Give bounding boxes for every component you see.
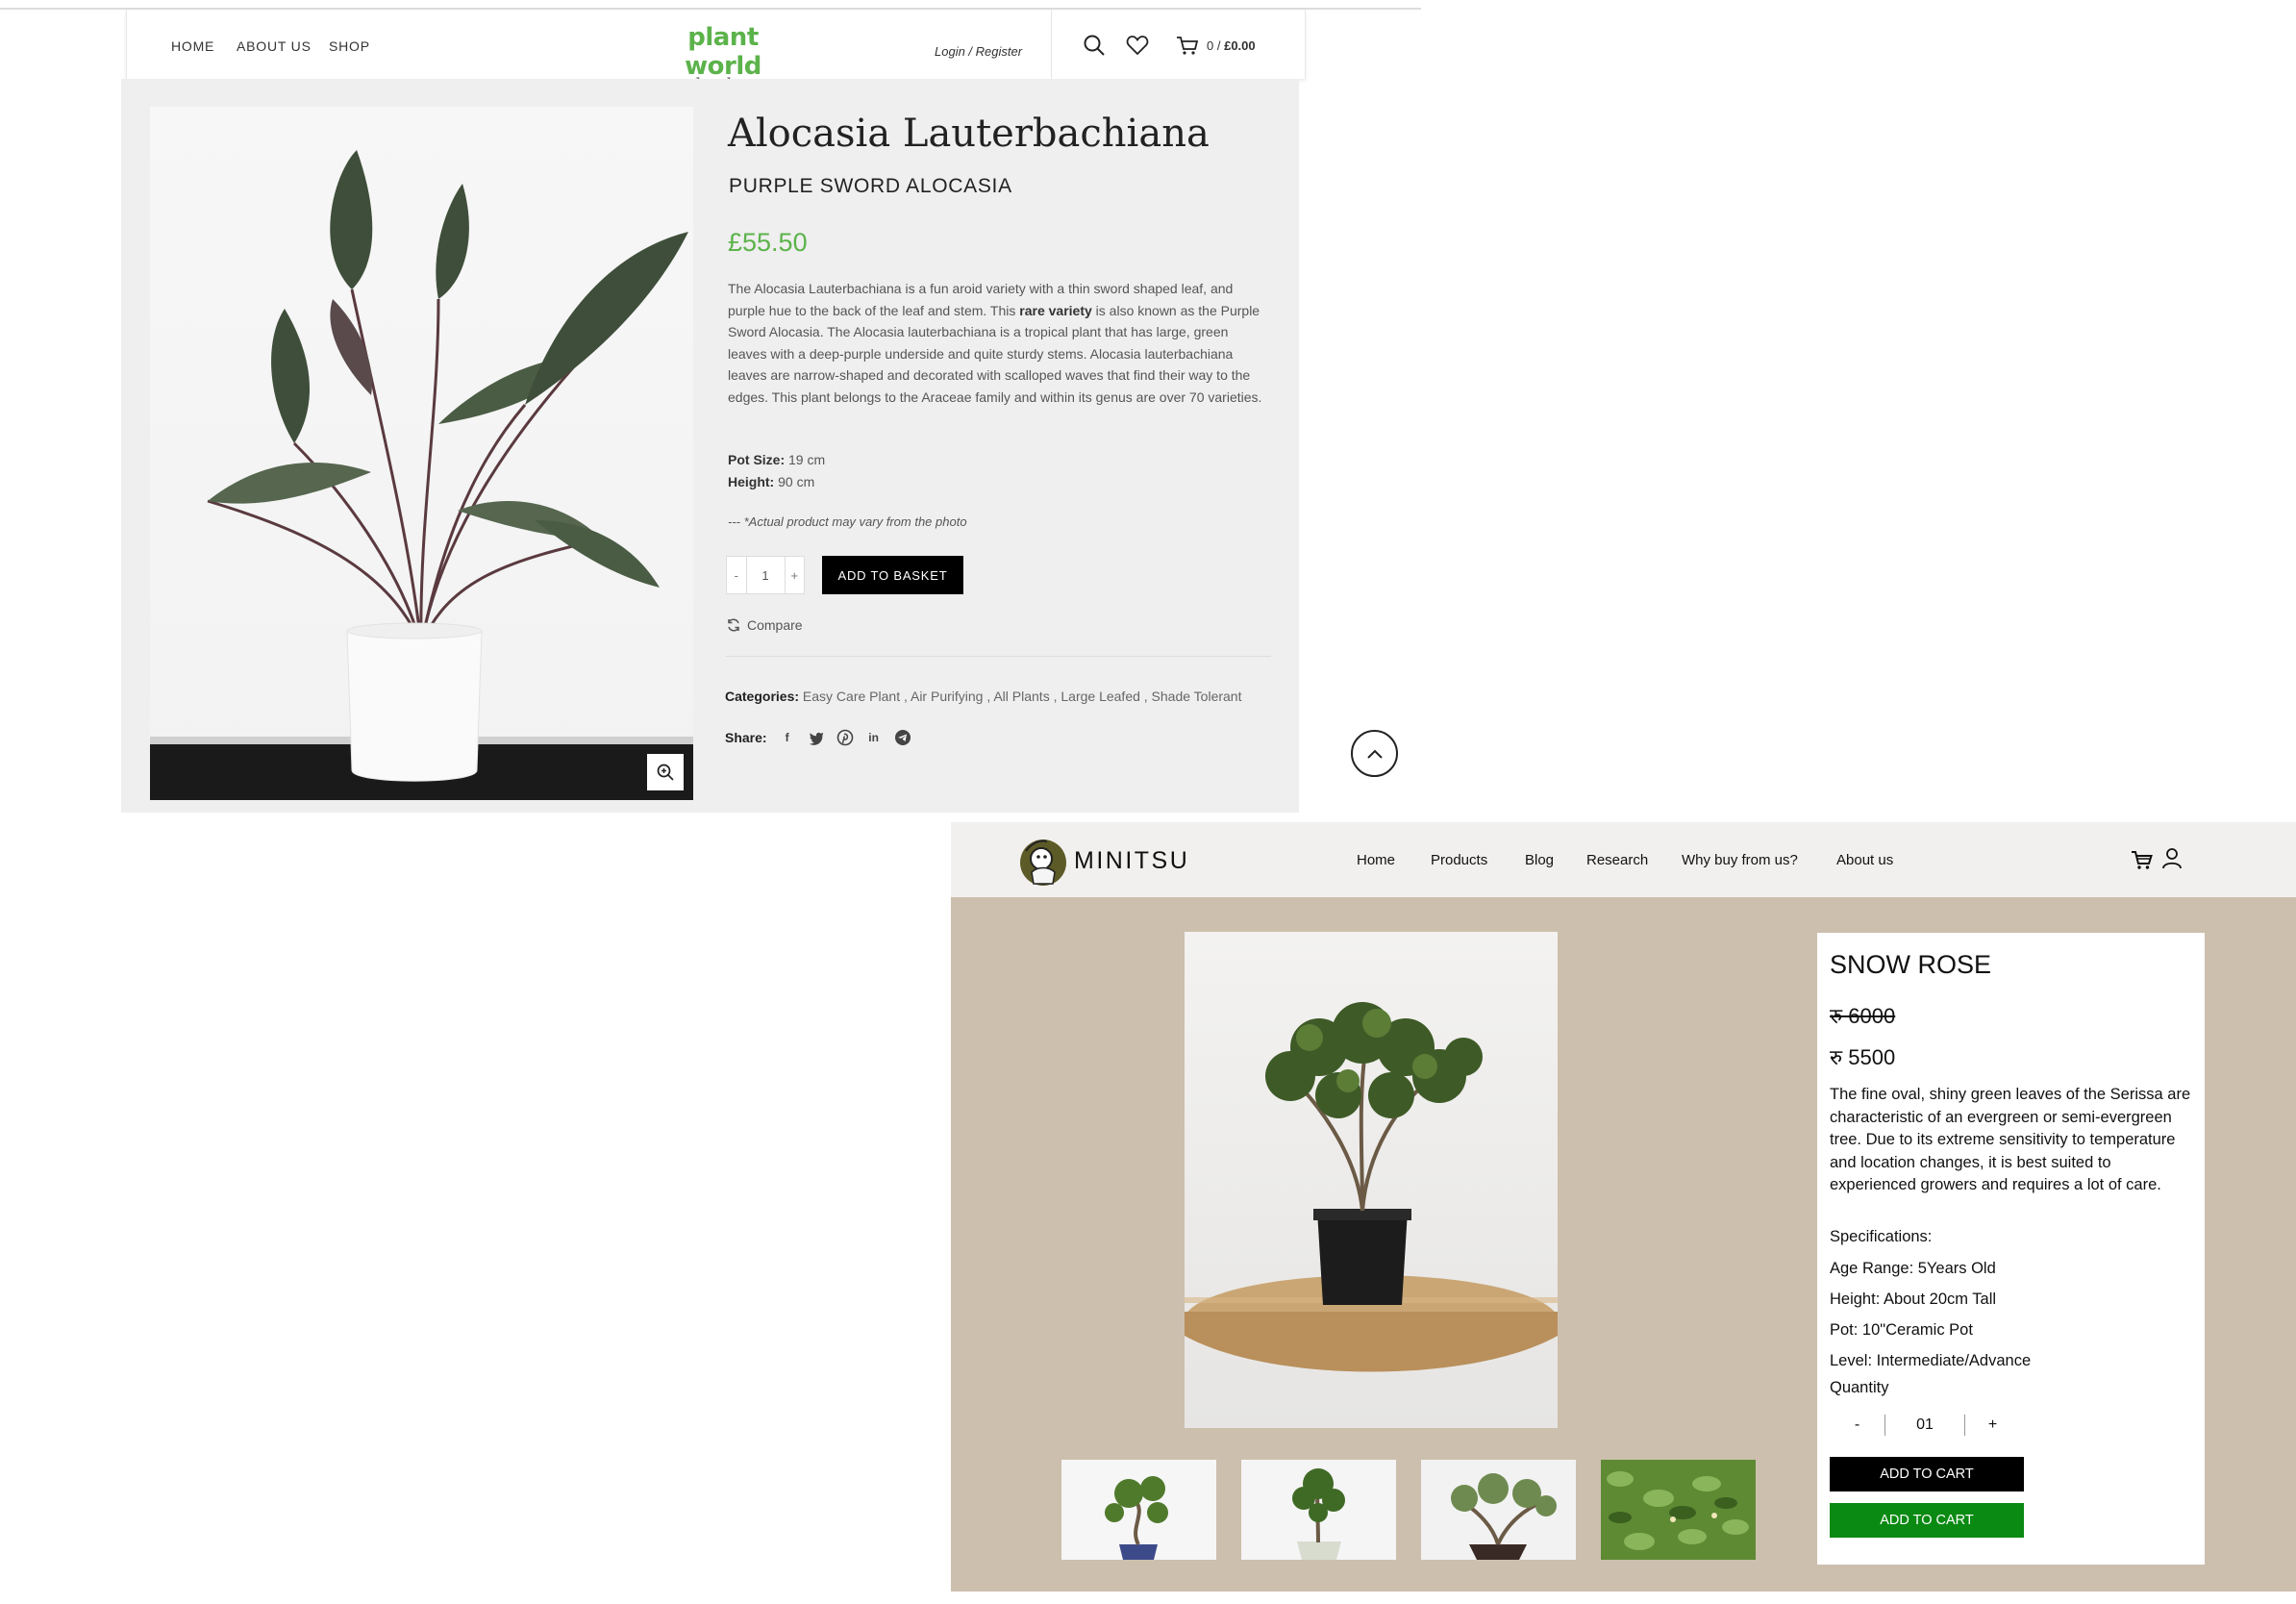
spec-height: Height: About 20cm Tall (1830, 1291, 1997, 1308)
nav-research[interactable]: Research (1586, 852, 1648, 868)
qty-decrement-button[interactable]: - (1830, 1416, 1884, 1434)
linkedin-icon[interactable]: in (865, 729, 883, 746)
sale-price: रु 5500 (1830, 1045, 1896, 1069)
chevron-up-icon (1366, 749, 1383, 759)
nav-shop[interactable]: SHOP (329, 38, 370, 54)
scroll-to-top-button[interactable] (1351, 730, 1398, 777)
product-title: SNOW ROSE (1830, 950, 1992, 979)
user-icon[interactable] (2161, 847, 2183, 870)
compare-link[interactable]: Compare (726, 617, 803, 633)
logo-main-text: plant world (685, 23, 761, 81)
product-info-panel: SNOW ROSE रु 6000 रु 5500 The fine oval,… (1817, 933, 2205, 1565)
qty-increment-button[interactable]: + (786, 557, 805, 593)
categories-list[interactable]: Easy Care Plant , Air Purifying , All Pl… (803, 689, 1242, 704)
heart-icon[interactable] (1125, 33, 1150, 58)
qty-input[interactable]: 01 (1885, 1416, 1964, 1434)
logo-text: MINITSU (1074, 846, 1190, 874)
compare-label: Compare (747, 617, 803, 633)
nav-home[interactable]: Home (1357, 852, 1395, 868)
nav-about-us[interactable]: ABOUT US (237, 38, 312, 54)
spec-level: Level: Intermediate/Advance (1830, 1352, 2032, 1369)
pot-size-row: Pot Size: 19 cm (728, 449, 825, 471)
pot-size-label: Pot Size: (728, 452, 786, 467)
search-icon[interactable] (1082, 33, 1107, 58)
product-description: The Alocasia Lauterbachiana is a fun aro… (728, 278, 1266, 409)
main-product-image[interactable] (1185, 932, 1558, 1428)
product-image[interactable] (150, 107, 693, 800)
qty-input[interactable]: 1 (745, 557, 786, 593)
nav-about-us[interactable]: About us (1836, 852, 1893, 868)
header-divider (1051, 10, 1052, 79)
mn-header: MINITSU Home Products Blog Research Why … (951, 822, 2296, 897)
telegram-icon[interactable] (894, 729, 911, 746)
height-label: Height: (728, 474, 775, 489)
login-register-link[interactable]: Login / Register (935, 44, 1022, 59)
minitsu-logo-mark (1020, 840, 1066, 886)
pw-header: HOME ABOUT US SHOP plant world london Lo… (126, 10, 1306, 94)
thumbnail-1[interactable] (1061, 1460, 1216, 1560)
thumbnail-3-image (1421, 1460, 1576, 1560)
product-categories: Categories: Easy Care Plant , Air Purify… (725, 689, 1241, 704)
quantity-stepper: - 01 + (1830, 1414, 2032, 1437)
nav-products[interactable]: Products (1431, 852, 1487, 868)
spec-age-range: Age Range: 5Years Old (1830, 1260, 1996, 1277)
qty-increment-button[interactable]: + (1965, 1416, 2020, 1434)
compare-icon (728, 618, 739, 632)
thumbnail-4-image (1601, 1460, 1756, 1560)
nav-why-buy[interactable]: Why buy from us? (1682, 852, 1798, 868)
quantity-stepper: - 1 + (726, 556, 805, 594)
original-price: रु 6000 (1830, 1004, 1896, 1028)
product-title: Alocasia Lauterbachiana (728, 112, 1210, 156)
product-specs: Pot Size: 19 cm Height: 90 cm (728, 449, 825, 493)
thumbnail-3[interactable] (1421, 1460, 1576, 1560)
disclaimer-note: --- *Actual product may vary from the ph… (728, 514, 967, 529)
nav-home[interactable]: HOME (171, 38, 214, 54)
zoom-button[interactable] (647, 754, 684, 790)
height-row: Height: 90 cm (728, 471, 825, 493)
thumbnail-1-image (1061, 1460, 1216, 1560)
cart-summary[interactable]: 0 / £0.00 (1207, 38, 1256, 53)
thumbnail-2-image (1241, 1460, 1396, 1560)
twitter-icon[interactable] (808, 729, 825, 746)
pinterest-icon[interactable] (836, 729, 854, 746)
cart-count: 0 / (1207, 38, 1221, 53)
product-subtitle: PURPLE SWORD ALOCASIA (729, 175, 1012, 197)
add-to-cart-green-button[interactable]: ADD TO CART (1830, 1503, 2024, 1538)
thumbnail-2[interactable] (1241, 1460, 1396, 1560)
product-specs: Specifications: Age Range: 5Years Old He… (1830, 1226, 2031, 1376)
specs-heading: Specifications: (1830, 1228, 1933, 1245)
product-price: £55.50 (728, 228, 808, 257)
facebook-icon[interactable]: f (779, 729, 796, 746)
add-to-cart-button[interactable]: ADD TO CART (1830, 1457, 2024, 1491)
spec-pot: Pot: 10"Ceramic Pot (1830, 1321, 1973, 1339)
cart-total: £0.00 (1224, 38, 1256, 53)
nav-blog[interactable]: Blog (1525, 852, 1554, 868)
quantity-label: Quantity (1830, 1379, 1889, 1396)
share-row: Share: f in (725, 729, 911, 746)
description-bold: rare variety (1019, 302, 1092, 318)
pot-size-value: 19 cm (785, 452, 826, 467)
thumbnail-4[interactable] (1601, 1460, 1756, 1560)
plant-illustration (150, 150, 693, 800)
height-value: 90 cm (774, 474, 815, 489)
product-description: The fine oval, shiny green leaves of the… (1830, 1086, 2191, 1193)
cart-icon[interactable] (2131, 848, 2154, 871)
categories-label: Categories: (725, 689, 800, 704)
share-label: Share: (725, 730, 767, 745)
section-divider (726, 656, 1271, 657)
mn-logo[interactable]: MINITSU (1018, 834, 1189, 888)
bonsai-illustration (1185, 1002, 1558, 1372)
cart-icon[interactable] (1175, 33, 1200, 58)
add-to-basket-button[interactable]: ADD TO BASKET (822, 556, 963, 594)
zoom-icon (657, 764, 674, 781)
qty-decrement-button[interactable]: - (727, 557, 746, 593)
